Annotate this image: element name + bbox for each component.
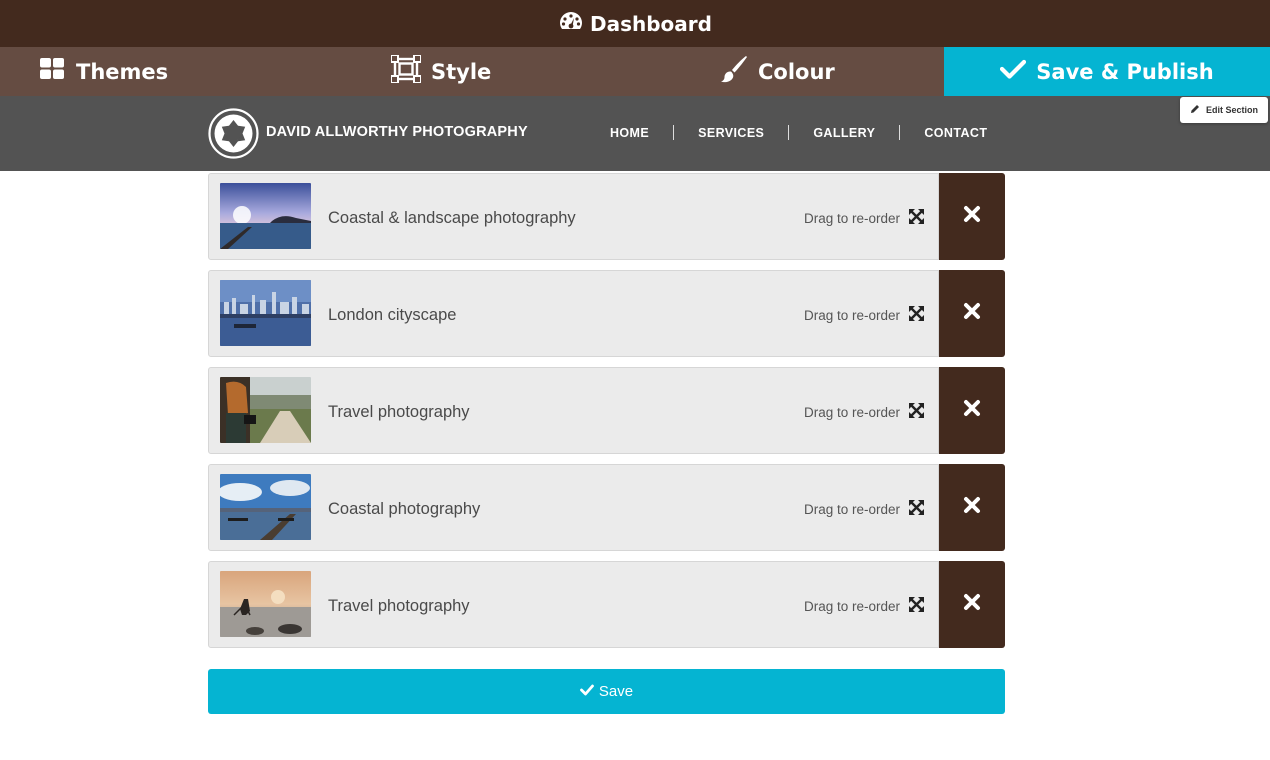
gallery-item-label[interactable]: Travel photography [328, 403, 470, 422]
drag-label: Drag to re-order [804, 210, 901, 226]
grid-icon [40, 58, 76, 85]
gallery-item-label[interactable]: Travel photography [328, 597, 470, 616]
move-arrows-icon [900, 403, 925, 421]
gallery-thumbnail [220, 474, 311, 540]
site-header: DAVID ALLWORTHY PHOTOGRAPHY HOME SERVICE… [0, 96, 1270, 171]
nav-services[interactable]: SERVICES [686, 126, 776, 140]
edit-section-button[interactable]: Edit Section [1180, 97, 1268, 123]
style-label: Style [431, 59, 492, 84]
delete-button[interactable] [939, 270, 1005, 357]
drag-label: Drag to re-order [804, 501, 901, 517]
drag-handle[interactable]: Drag to re-order [804, 306, 925, 324]
drag-handle[interactable]: Drag to re-order [804, 597, 925, 615]
delete-button[interactable] [939, 173, 1005, 260]
delete-button[interactable] [939, 561, 1005, 648]
nav-divider [788, 125, 790, 140]
gallery-row[interactable]: Travel photography Drag to re-order [208, 367, 1005, 454]
gallery-thumbnail [220, 571, 311, 637]
drag-label: Drag to re-order [804, 404, 901, 420]
site-nav: HOME SERVICES GALLERY CONTACT [598, 125, 999, 140]
gallery-card: Travel photography Drag to re-order [208, 561, 939, 648]
save-label: Save [598, 683, 634, 700]
gallery-row[interactable]: Coastal & landscape photography Drag to … [208, 173, 1005, 260]
aperture-icon[interactable] [208, 108, 259, 159]
gallery-thumbnail [220, 377, 311, 443]
gallery-item-label[interactable]: Coastal photography [328, 500, 480, 519]
save-publish-button[interactable]: Save & Publish [944, 47, 1270, 96]
move-arrows-icon [900, 597, 925, 615]
dashboard-bar: Dashboard [0, 0, 1270, 47]
gallery-card: London cityscape Drag to re-order [208, 270, 939, 357]
speedometer-icon [558, 10, 584, 37]
drag-handle[interactable]: Drag to re-order [804, 209, 925, 227]
nav-divider [899, 125, 901, 140]
checkmark-icon [579, 683, 599, 700]
drag-handle[interactable]: Drag to re-order [804, 500, 925, 518]
gallery-card: Coastal & landscape photography Drag to … [208, 173, 939, 260]
editor-toolbar: Themes Style Colour Save & Publish [0, 47, 1270, 96]
themes-label: Themes [76, 59, 169, 84]
gallery-item-label[interactable]: London cityscape [328, 306, 456, 325]
nav-gallery[interactable]: GALLERY [801, 126, 887, 140]
move-arrows-icon [900, 306, 925, 324]
delete-button[interactable] [939, 464, 1005, 551]
nav-contact[interactable]: CONTACT [912, 126, 999, 140]
pencil-icon [1190, 104, 1206, 116]
save-publish-label: Save & Publish [1036, 59, 1214, 84]
save-button[interactable]: Save [208, 669, 1005, 714]
edit-section-label: Edit Section [1205, 105, 1258, 115]
close-icon [963, 302, 981, 325]
gallery-thumbnail [220, 183, 311, 249]
site-brand[interactable]: DAVID ALLWORTHY PHOTOGRAPHY [266, 124, 528, 140]
gallery-card: Travel photography Drag to re-order [208, 367, 939, 454]
gallery-row[interactable]: Coastal photography Drag to re-order [208, 464, 1005, 551]
colour-button[interactable]: Colour [720, 47, 835, 96]
drag-handle[interactable]: Drag to re-order [804, 403, 925, 421]
drag-label: Drag to re-order [804, 307, 901, 323]
crop-frame-icon [390, 54, 431, 88]
gallery-row[interactable]: London cityscape Drag to re-order [208, 270, 1005, 357]
colour-label: Colour [758, 59, 835, 84]
close-icon [963, 593, 981, 616]
checkmark-icon [1000, 59, 1036, 84]
move-arrows-icon [900, 500, 925, 518]
nav-home[interactable]: HOME [598, 126, 661, 140]
nav-divider [673, 125, 675, 140]
gallery-thumbnail [220, 280, 311, 346]
gallery-row[interactable]: Travel photography Drag to re-order [208, 561, 1005, 648]
dashboard-title[interactable]: Dashboard [590, 12, 712, 36]
themes-button[interactable]: Themes [40, 47, 168, 96]
paintbrush-icon [720, 55, 758, 88]
gallery-item-label[interactable]: Coastal & landscape photography [328, 209, 576, 228]
delete-button[interactable] [939, 367, 1005, 454]
close-icon [963, 496, 981, 519]
close-icon [963, 205, 981, 228]
gallery-card: Coastal photography Drag to re-order [208, 464, 939, 551]
move-arrows-icon [900, 209, 925, 227]
drag-label: Drag to re-order [804, 598, 901, 614]
close-icon [963, 399, 981, 422]
style-button[interactable]: Style [390, 47, 492, 96]
